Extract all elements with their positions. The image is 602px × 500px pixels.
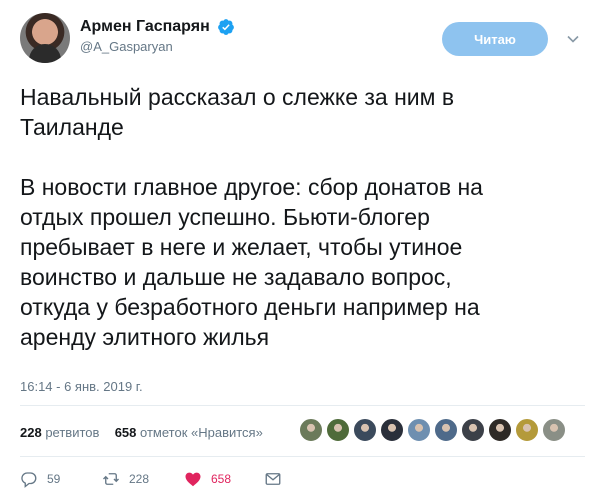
author-handle[interactable]: @A_Gasparyan xyxy=(80,39,235,54)
author-info: Армен Гаспарян @A_Gasparyan xyxy=(80,18,235,54)
retweet-count: 228 xyxy=(129,472,150,486)
tweet-text: Навальный рассказал о слежке за ним в Та… xyxy=(20,84,483,350)
like-count: 658 xyxy=(211,472,232,486)
reply-icon xyxy=(21,472,37,488)
direct-message-button[interactable] xyxy=(264,468,291,490)
liker-avatar[interactable] xyxy=(407,418,431,442)
retweet-button[interactable]: 228 xyxy=(102,468,149,490)
chevron-down-icon[interactable] xyxy=(566,32,580,46)
divider xyxy=(20,456,585,457)
liker-avatar[interactable] xyxy=(353,418,377,442)
author-avatar[interactable] xyxy=(20,13,70,63)
follow-button[interactable]: Читаю xyxy=(442,22,548,56)
retweets-stat[interactable]: 228 ретвитов xyxy=(20,425,99,440)
liker-avatars xyxy=(299,418,569,444)
tweet-stats: 228 ретвитов 658 отметок «Нравится» xyxy=(20,425,263,440)
envelope-icon xyxy=(265,473,281,485)
tweet-actions: 59 228 658 xyxy=(20,468,585,490)
liker-avatar[interactable] xyxy=(434,418,458,442)
liker-avatar[interactable] xyxy=(542,418,566,442)
retweets-count: 228 xyxy=(20,425,42,440)
tweet-timestamp[interactable]: 16:14 - 6 янв. 2019 г. xyxy=(20,379,143,394)
likes-label: отметок «Нравится» xyxy=(140,425,263,440)
liker-avatar[interactable] xyxy=(461,418,485,442)
divider xyxy=(20,405,585,406)
retweet-icon xyxy=(103,473,119,485)
liker-avatar[interactable] xyxy=(380,418,404,442)
retweets-label: ретвитов xyxy=(45,425,100,440)
liker-avatar[interactable] xyxy=(326,418,350,442)
liker-avatar[interactable] xyxy=(515,418,539,442)
liker-avatar[interactable] xyxy=(299,418,323,442)
verified-badge-icon xyxy=(218,19,235,35)
liker-avatar[interactable] xyxy=(488,418,512,442)
likes-stat[interactable]: 658 отметок «Нравится» xyxy=(115,425,263,440)
heart-icon xyxy=(185,472,201,487)
author-display-name[interactable]: Армен Гаспарян xyxy=(80,18,210,36)
reply-count: 59 xyxy=(47,472,61,486)
reply-button[interactable]: 59 xyxy=(20,468,60,490)
likes-count: 658 xyxy=(114,425,137,440)
tweet-header: Армен Гаспарян @A_Gasparyan Читаю xyxy=(20,13,585,63)
like-button[interactable]: 658 xyxy=(184,468,231,490)
